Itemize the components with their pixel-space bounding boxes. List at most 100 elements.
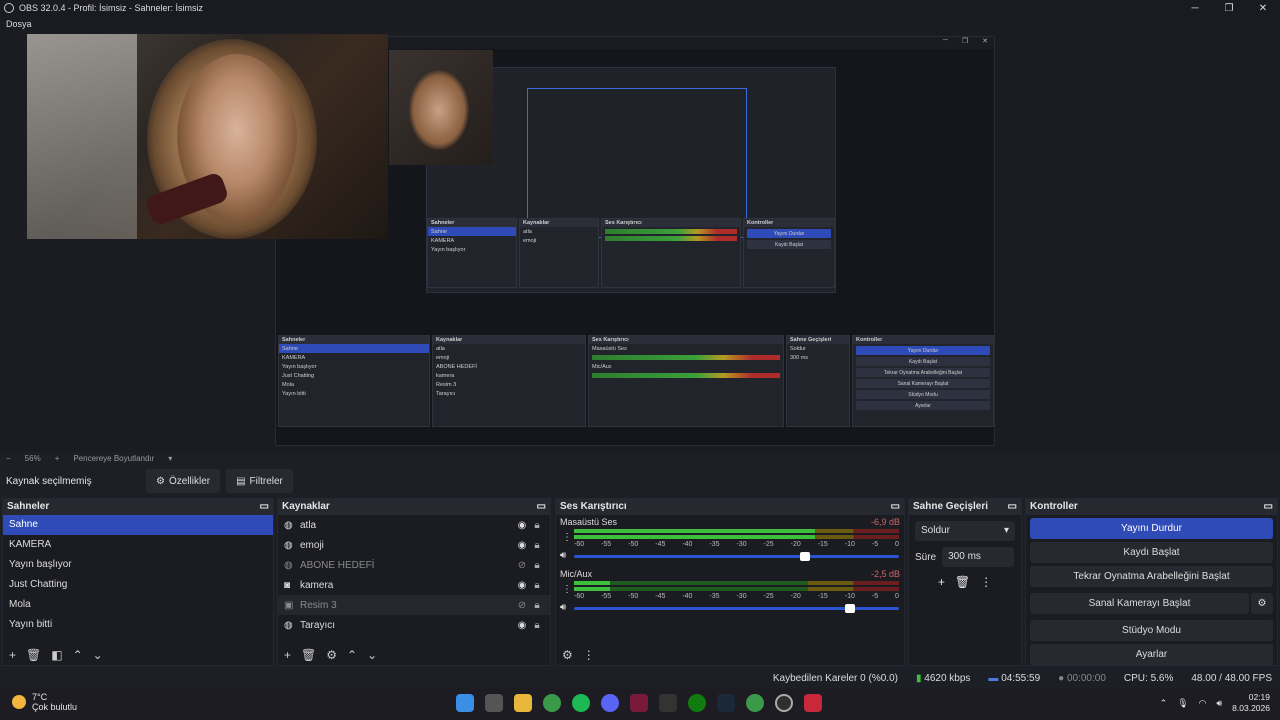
meter-tick-label: -35 [709, 541, 720, 548]
source-item[interactable]: ◍ atla ◉ 🔒︎ [278, 515, 550, 535]
scene-item[interactable]: Just Chatting [3, 575, 273, 595]
studio-mode-button[interactable]: Stüdyo Modu [1030, 620, 1273, 641]
move-down-icon[interactable]: ⌄ [93, 648, 103, 662]
more-icon[interactable]: ⋮ [583, 648, 595, 662]
fit-window-button[interactable]: Pencereye Boyutlandır [73, 454, 154, 463]
more-icon[interactable]: ⋮ [980, 575, 992, 589]
eye-icon[interactable]: ◉ [514, 620, 530, 631]
chrome-icon[interactable] [543, 694, 561, 712]
menu-file[interactable]: Dosya [0, 16, 32, 32]
undock-icon[interactable]: ▭ [891, 501, 900, 513]
scenes-title: Sahneler [7, 501, 50, 512]
wifi-icon[interactable]: ◠ [1199, 698, 1207, 709]
more-icon[interactable]: ⋮ [562, 532, 572, 543]
more-icon[interactable]: ⋮ [562, 584, 572, 595]
minimize-button[interactable]: ─ [1178, 0, 1212, 16]
speaker-icon[interactable]: 🔊︎ [560, 602, 566, 613]
eye-icon[interactable]: ◉ [514, 580, 530, 591]
duration-input[interactable]: 300 ms [942, 547, 1015, 567]
close-button[interactable]: ✕ [1246, 0, 1280, 16]
source-item[interactable]: ◍ emoji ◉ 🔒︎ [278, 535, 550, 555]
scene-item[interactable]: Mola [3, 595, 273, 615]
move-down-icon[interactable]: ⌄ [367, 648, 377, 662]
replay-buffer-button[interactable]: Tekrar Oynatma Arabelleğini Başlat [1030, 566, 1273, 587]
zoom-bar: − 56% + Pencereye Boyutlandır ▾ [0, 452, 1280, 464]
gear-icon[interactable]: ⚙ [326, 648, 337, 662]
gear-icon[interactable]: ⚙ [1251, 593, 1273, 614]
stream-time: ▬ 04:55:59 [988, 672, 1041, 684]
file-explorer-icon[interactable] [514, 694, 532, 712]
steam-icon[interactable] [717, 694, 735, 712]
filters-button[interactable]: ▤ Filtreler [226, 469, 293, 493]
scene-filters-icon[interactable]: ◧ [51, 648, 62, 662]
trash-icon[interactable]: 🗑 [301, 648, 316, 662]
signal-icon: ▮ [915, 672, 922, 684]
source-item[interactable]: ◙ kamera ◉ 🔒︎ [278, 575, 550, 595]
game-icon[interactable] [659, 694, 677, 712]
chevron-down-icon[interactable]: ▾ [168, 454, 172, 463]
start-recording-button[interactable]: Kaydı Başlat [1030, 542, 1273, 563]
add-scene-icon[interactable]: + [9, 648, 16, 662]
microphone-icon[interactable]: 🎙︎ [1177, 698, 1188, 709]
discord-icon[interactable] [601, 694, 619, 712]
transition-select[interactable]: Soldur ▾ [915, 521, 1015, 541]
source-item[interactable]: ▣ Resim 3 ⊘ 🔒︎ [278, 595, 550, 615]
speaker-icon[interactable]: 🔊︎ [560, 550, 566, 561]
lock-icon[interactable]: 🔒︎ [530, 520, 544, 531]
trash-icon[interactable]: 🗑 [955, 575, 970, 589]
volume-slider[interactable] [574, 552, 899, 561]
zoom-in-button[interactable]: + [55, 454, 60, 463]
meter-tick-label: -25 [763, 593, 774, 600]
maximize-button[interactable]: ❐ [1212, 0, 1246, 16]
eye-icon[interactable]: ◉ [514, 540, 530, 551]
trash-icon[interactable]: 🗑 [26, 648, 41, 662]
advanced-audio-icon[interactable]: ⚙ [562, 648, 573, 662]
scene-item[interactable]: Yayın bitti [3, 615, 273, 635]
undock-icon[interactable]: ▭ [537, 501, 546, 513]
lock-icon[interactable]: 🔒︎ [530, 540, 544, 551]
scene-item[interactable]: Yayın başlıyor [3, 555, 273, 575]
settings-button[interactable]: Ayarlar [1030, 644, 1273, 665]
chrome-icon[interactable] [746, 694, 764, 712]
mixer-channel-desktop: Masaüstü Ses -6,9 dB ⋮ -60 -55 -50 -45 -40 -35… [556, 515, 904, 567]
undock-icon[interactable]: ▭ [1264, 501, 1273, 513]
zoom-out-button[interactable]: − [6, 454, 11, 463]
properties-button[interactable]: ⚙ Özellikler [146, 469, 221, 493]
spotify-icon[interactable] [572, 694, 590, 712]
volume-icon[interactable]: 🔊︎ [1217, 698, 1223, 709]
meter-tick-label: -30 [736, 541, 747, 548]
weather-widget[interactable]: 7°C Çok bulutlu [12, 692, 77, 712]
move-up-icon[interactable]: ⌃ [347, 648, 357, 662]
virtual-camera-button[interactable]: Sanal Kamerayı Başlat [1030, 593, 1249, 614]
volume-slider[interactable] [574, 604, 899, 613]
undock-icon[interactable]: ▭ [260, 501, 269, 513]
add-source-icon[interactable]: + [284, 648, 291, 662]
xbox-icon[interactable] [688, 694, 706, 712]
nested-transitions-panel: Sahne Geçişleri Soldur 300 ms [786, 335, 850, 427]
meter-ticks: -60 -55 -50 -45 -40 -35 -30 -25 -20 -15 -10 -5 0 [574, 593, 899, 600]
nested-mixer-panel: Ses Karıştırıcı Masaüstü Ses Mic/Aux [588, 335, 784, 427]
eye-hidden-icon[interactable]: ⊘ [514, 600, 530, 611]
lock-icon[interactable]: 🔒︎ [530, 620, 544, 631]
scene-item[interactable]: KAMERA [3, 535, 273, 555]
app-icon[interactable] [630, 694, 648, 712]
move-up-icon[interactable]: ⌃ [73, 648, 83, 662]
undock-icon[interactable]: ▭ [1008, 501, 1017, 513]
windows-start-icon[interactable] [456, 694, 474, 712]
source-item[interactable]: ◍ Tarayıcı ◉ 🔒︎ [278, 615, 550, 635]
stop-stream-button[interactable]: Yayını Durdur [1030, 518, 1273, 539]
lock-icon[interactable]: 🔒︎ [530, 560, 544, 571]
eye-hidden-icon[interactable]: ⊘ [514, 560, 530, 571]
chevron-up-icon[interactable]: ⌃ [1160, 698, 1168, 709]
clock[interactable]: 02:19 8.03.2026 [1232, 692, 1270, 714]
scene-item[interactable]: Sahne [3, 515, 273, 535]
obs-icon[interactable] [775, 694, 793, 712]
lock-icon[interactable]: 🔒︎ [530, 600, 544, 611]
add-transition-icon[interactable]: + [938, 575, 945, 589]
lock-icon[interactable]: 🔒︎ [530, 580, 544, 591]
eye-icon[interactable]: ◉ [514, 520, 530, 531]
preview-canvas[interactable]: ─ ❐ ✕ Sahneler Sahne KAMERA Yayın başlıyor Ka… [0, 16, 1280, 452]
source-item[interactable]: ◍ ABONE HEDEFİ ⊘ 🔒︎ [278, 555, 550, 575]
valorant-icon[interactable] [804, 694, 822, 712]
task-view-icon[interactable] [485, 694, 503, 712]
